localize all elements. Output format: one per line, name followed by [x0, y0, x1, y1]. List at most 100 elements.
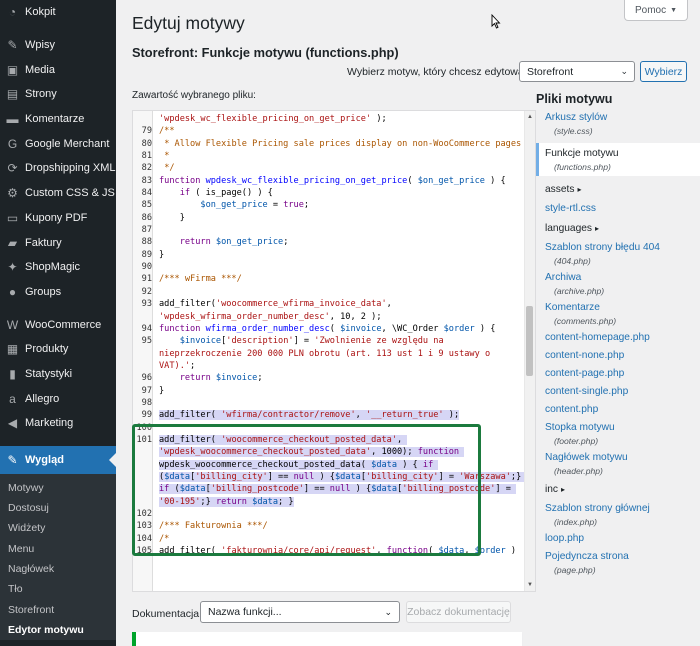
file-item[interactable]: content-homepage.php [536, 330, 700, 345]
code-line[interactable]: 88 return $on_get_price; [133, 236, 525, 248]
code-line[interactable]: 96 return $invoice; [133, 372, 525, 384]
code-line[interactable]: 82 */ [133, 162, 525, 174]
code-line[interactable]: 'wpdesk_wc_flexible_pricing_on_get_price… [133, 113, 525, 125]
submenu-item[interactable]: Widżety [0, 518, 116, 538]
scroll-down-icon[interactable]: ▼ [527, 582, 533, 588]
code-line[interactable]: 95 $invoice['description'] = 'Zwolnienie… [133, 335, 525, 372]
code-token: ); [443, 410, 460, 421]
code-line[interactable]: 92 [133, 286, 525, 298]
view-documentation-button[interactable]: Zobacz dokumentację [406, 601, 511, 623]
code-lines[interactable]: 'wpdesk_wc_flexible_pricing_on_get_price… [133, 113, 527, 557]
code-line[interactable]: 98 [133, 397, 525, 409]
sidebar-item-media[interactable]: ▣ Media [0, 57, 116, 82]
code-line[interactable]: 87 [133, 224, 525, 236]
submenu-item[interactable]: Dostosuj [0, 498, 116, 518]
code-line[interactable]: 93 add_filter('woocommerce_wfirma_invoice… [133, 298, 525, 323]
code-line[interactable]: 97} [133, 385, 525, 397]
sidebar-item-kokpit[interactable]: ◔ Kokpit [0, 0, 116, 25]
file-item[interactable]: loop.php [536, 531, 700, 546]
file-item[interactable]: Pojedyncza strona (page.php) [536, 549, 700, 576]
code-line[interactable]: 80 * Allow Flexible Pricing sale prices … [133, 138, 525, 150]
file-item[interactable]: Stopka motywu (footer.php) [536, 420, 700, 447]
file-path: (functions.php) [554, 162, 611, 172]
file-item[interactable]: content-page.php [536, 366, 700, 381]
file-item[interactable]: Komentarze (comments.php) [536, 300, 700, 327]
sidebar-item-wpisy[interactable]: ✎ Wpisy [0, 33, 116, 58]
submenu-item[interactable]: Tło [0, 579, 116, 599]
code-line[interactable]: 85 $on_get_price = true; [133, 199, 525, 211]
sidebar-item-komentarze[interactable]: ▬ Komentarze [0, 107, 116, 132]
code-line[interactable]: 101 add_filter( 'woocommerce_checkout_pos… [133, 434, 527, 508]
code-line[interactable]: 86 } [133, 212, 525, 224]
code-token: if [159, 188, 191, 199]
code-line[interactable]: 79 /** [133, 125, 525, 137]
code-line[interactable]: 91 /*** wFirma ***/ [133, 273, 525, 285]
line-number: 86 [141, 212, 152, 223]
file-item[interactable]: content-none.php [536, 348, 700, 363]
choose-theme-button[interactable]: Wybierz [640, 61, 687, 82]
sidebar-item-marketing[interactable]: ◀ Marketing [0, 411, 116, 436]
sidebar-item-produkty[interactable]: ▦ Produkty [0, 337, 116, 362]
sidebar-item-google-merchant[interactable]: G Google Merchant [0, 131, 116, 156]
admin-menu: ◔ Kokpit ✎ Wpisy ▣ Media ▤ Strony ▬ Komentarze G Go… [0, 0, 116, 474]
file-item[interactable]: Szablon strony głównej (index.php) [536, 501, 700, 528]
groups-icon: ● [8, 284, 17, 299]
folder-item[interactable]: assets ▸ [536, 182, 700, 197]
help-button[interactable]: Pomoc ▼ [624, 0, 688, 21]
line-number: 95 [141, 336, 152, 347]
code-text: $invoice['description'] = 'Zwolnienie ze… [153, 335, 525, 372]
code-line[interactable]: 81 * [133, 150, 525, 162]
file-item[interactable]: Arkusz stylów (style.css) [536, 110, 700, 137]
folder-item[interactable]: inc ▸ [536, 482, 700, 497]
ticket-icon: ▭ [6, 210, 19, 225]
code-line[interactable]: 102 [133, 508, 525, 520]
theme-select[interactable]: Storefront ⌄ [519, 61, 635, 82]
file-item[interactable]: Funkcje motywu (functions.php) [536, 143, 700, 176]
file-path: (header.php) [554, 466, 603, 476]
sidebar-item-label: Kupony PDF [25, 211, 88, 224]
code-line[interactable]: 94 function wfirma_order_number_desc( $in… [133, 323, 525, 335]
sidebar-item-statystyki[interactable]: ▮ Statystyki [0, 362, 116, 387]
sidebar-item-dropshipping-xml[interactable]: ⟳ Dropshipping XML [0, 156, 116, 181]
code-line[interactable]: 105 add_filter( 'fakturownia/core/api/req… [133, 545, 525, 557]
file-item[interactable]: Szablon strony błędu 404 (404.php) [536, 240, 700, 267]
file-item[interactable]: Nagłówek motywu (header.php) [536, 450, 700, 477]
code-line[interactable]: 83 function wpdesk_wc_flexible_pricing_on… [133, 175, 525, 187]
folder-item[interactable]: languages ▸ [536, 221, 700, 236]
sidebar-item-label: Allegro [25, 392, 60, 405]
code-token: ) { [350, 484, 372, 495]
scroll-up-icon[interactable]: ▲ [527, 114, 533, 120]
sidebar-item-strony[interactable]: ▤ Strony [0, 82, 116, 107]
sidebar-item-allegro[interactable]: a Allegro [0, 386, 116, 411]
code-line[interactable]: 103 /*** Fakturownia ***/ [133, 520, 525, 532]
code-line[interactable]: 100 [133, 422, 525, 434]
code-token: ; [283, 237, 289, 248]
sidebar-item-woocommerce[interactable]: W WooCommerce [0, 312, 116, 337]
submenu-item[interactable]: Nagłówek [0, 559, 116, 579]
submenu-item[interactable]: Storefront [0, 599, 116, 619]
sidebar-item-faktury[interactable]: ▰ Faktury [0, 230, 116, 255]
code-line[interactable]: 99 add_filter( 'wfirma/contractor/remove'… [133, 409, 525, 421]
sidebar-item-kupony-pdf[interactable]: ▭ Kupony PDF [0, 206, 116, 231]
code-line[interactable]: 84 if ( is_page() ) { [133, 187, 525, 199]
sidebar-item-custom-css-js[interactable]: ⚙ Custom CSS & JS [0, 181, 116, 206]
sidebar-item-groups[interactable]: ● Groups [0, 280, 116, 305]
file-item[interactable]: content-single.php [536, 384, 700, 399]
editor-scrollbar[interactable]: ▲ ▼ [524, 111, 535, 591]
code-line[interactable]: 90 [133, 261, 525, 273]
scrollbar-thumb[interactable] [526, 306, 533, 376]
code-line[interactable]: 104 /* [133, 533, 525, 545]
submenu-item[interactable]: Edytor motywu [0, 620, 116, 640]
box-icon: ▦ [6, 342, 19, 357]
sidebar-item-wygląd[interactable]: ✎ Wygląd [0, 445, 116, 474]
file-item[interactable]: style-rtl.css [536, 201, 700, 216]
function-name-select[interactable]: Nazwa funkcji... ⌄ [200, 601, 400, 623]
code-line[interactable]: 89} [133, 249, 525, 261]
code-editor[interactable]: 'wpdesk_wc_flexible_pricing_on_get_price… [132, 110, 536, 592]
submenu-item[interactable]: Menu [0, 539, 116, 559]
code-token: add_filter( [159, 546, 222, 557]
file-item[interactable]: Archiwa (archive.php) [536, 270, 700, 297]
submenu-item[interactable]: Motywy [0, 478, 116, 498]
file-item[interactable]: content.php [536, 402, 700, 417]
sidebar-item-shopmagic[interactable]: ✦ ShopMagic [0, 255, 116, 280]
